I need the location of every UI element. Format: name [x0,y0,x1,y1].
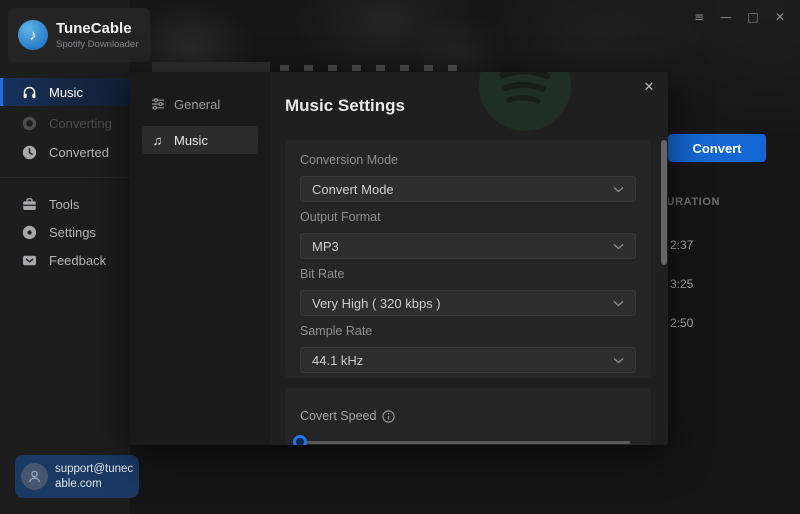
field-label: Bit Rate [300,267,345,281]
person-icon [21,463,48,490]
sidebar-item-converting: Converting [0,109,130,137]
sidebar-item-tools[interactable]: Tools [0,190,130,218]
field-bit-rate: Bit Rate Very High ( 320 kbps ) [300,267,636,316]
spotify-logo-watermark [479,72,571,131]
sidebar-item-label: Converted [49,144,109,160]
sidebar-item-label: Converting [49,115,112,131]
output-format-select[interactable]: MP3 [300,233,636,259]
covert-speed-slider[interactable] [293,433,636,445]
tab-label: Music [174,132,208,148]
field-label: Output Format [300,210,381,224]
close-modal-icon[interactable]: ✕ [640,78,658,96]
sidebar: Music Converting Converted Tools Setting… [0,0,130,514]
selected-value: Very High ( 320 kbps ) [312,295,441,311]
sidebar-item-music[interactable]: Music [0,78,130,106]
sidebar-item-settings[interactable]: Settings [0,218,130,246]
maximize-icon[interactable]: □ [745,8,761,26]
settings-modal-nav: General ♫ Music [130,72,270,445]
track-duration: 2:37 [670,238,694,252]
settings-modal: General ♫ Music ✕ Music Settings Convers… [130,72,668,445]
modal-title: Music Settings [285,96,405,115]
chevron-down-icon [613,300,624,306]
occluded-thumbnail-fragment [152,62,270,72]
clock-icon [22,145,37,160]
headphones-icon [22,85,37,100]
sidebar-divider [0,177,130,178]
music-settings-card: Conversion Mode Convert Mode Output Form… [285,140,651,378]
gear-icon [22,225,37,240]
sidebar-item-label: Music [49,84,83,100]
settings-modal-content: ✕ Music Settings Conversion Mode Convert… [270,72,668,445]
track-duration: 2:50 [670,316,694,330]
sidebar-item-feedback[interactable]: Feedback [0,246,130,274]
app-logo-icon: ♪ [18,20,48,50]
tab-general[interactable]: General [142,90,258,118]
selected-value: MP3 [312,238,339,254]
converting-icon [22,116,37,131]
toolbox-icon [22,197,37,212]
selected-value: Convert Mode [312,181,394,197]
menu-icon[interactable]: ≡ [691,8,707,26]
sidebar-item-converted[interactable]: Converted [0,138,130,166]
sidebar-item-label: Settings [49,224,96,240]
field-label: Sample Rate [300,324,373,338]
tab-music[interactable]: ♫ Music [142,126,258,154]
slider-handle[interactable] [293,435,307,445]
field-output-format: Output Format MP3 [300,210,636,259]
occluded-text-fragment [280,65,470,71]
window-controls: ≡ — □ ✕ [691,8,788,26]
field-sample-rate: Sample Rate 44.1 kHz [300,324,636,373]
field-label: Conversion Mode [300,153,398,167]
convert-speed-card: Covert Speed [285,388,651,445]
close-window-icon[interactable]: ✕ [772,8,788,26]
convert-button[interactable]: Convert [668,134,766,162]
sidebar-item-label: Tools [49,196,80,212]
app-subtitle: Spotify Downloader [56,39,139,50]
sidebar-item-label: Feedback [49,252,107,268]
app-logo-card: ♪ TuneCable Spotify Downloader [8,8,150,62]
conversion-mode-select[interactable]: Convert Mode [300,176,636,202]
tab-label: General [174,96,221,112]
chevron-down-icon [613,243,624,249]
mail-icon [22,253,37,268]
field-conversion-mode: Conversion Mode Convert Mode [300,153,636,202]
track-duration: 3:25 [670,277,694,291]
sample-rate-select[interactable]: 44.1 kHz [300,347,636,373]
support-email-button[interactable]: support@tunecable.com [15,455,139,498]
covert-speed-label: Covert Speed [300,409,377,423]
chevron-down-icon [613,357,624,363]
support-email-text: support@tunecable.com [55,462,134,490]
app-title: TuneCable [56,20,132,37]
modal-scrollbar-thumb[interactable] [661,140,667,265]
bit-rate-select[interactable]: Very High ( 320 kbps ) [300,290,636,316]
slider-track[interactable] [297,441,630,444]
chevron-down-icon [613,186,624,192]
info-icon[interactable] [382,409,396,423]
sliders-icon [150,97,165,112]
music-note-icon: ♫ [152,132,163,148]
selected-value: 44.1 kHz [312,352,364,368]
minimize-icon[interactable]: — [718,8,734,26]
